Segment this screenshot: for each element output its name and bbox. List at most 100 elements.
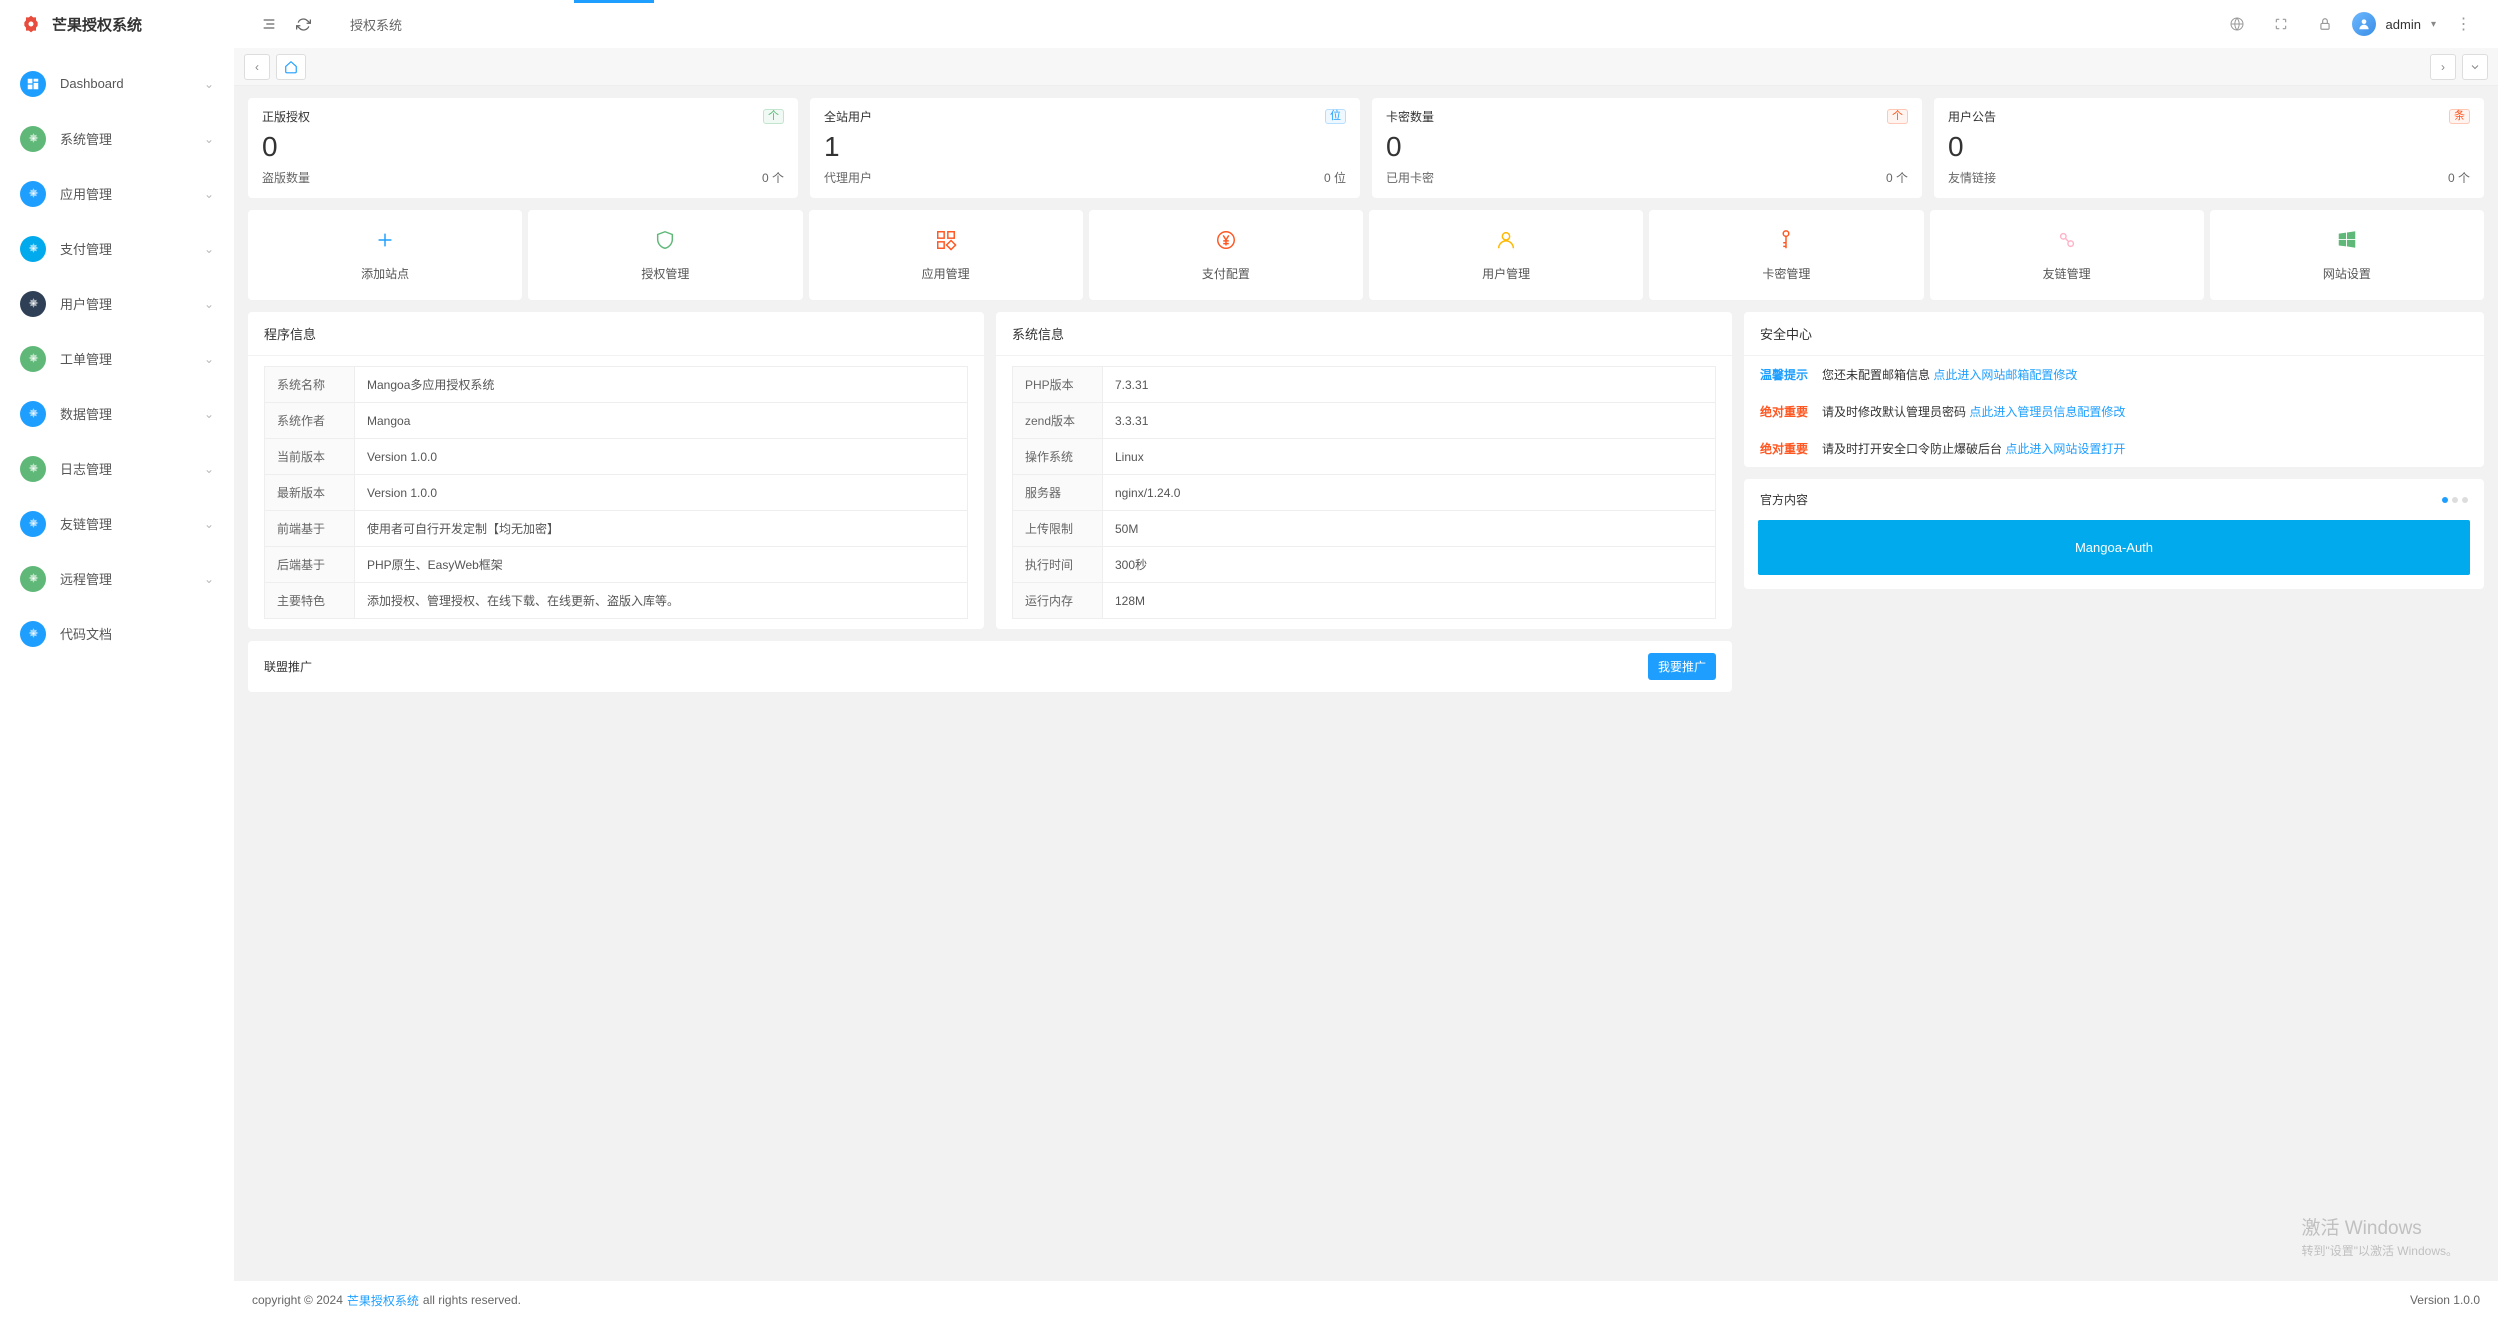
refresh-button[interactable] — [286, 7, 320, 41]
quick-label: 应用管理 — [922, 265, 970, 282]
page-tab-title: 授权系统 — [350, 15, 402, 34]
stat-value: 1 — [824, 131, 1346, 163]
chevron-down-icon: ⌄ — [204, 187, 214, 201]
quick-action-5[interactable]: 卡密管理 — [1649, 210, 1923, 300]
sidebar-item-2[interactable]: 应用管理⌄ — [0, 166, 234, 221]
quick-icon — [1495, 229, 1517, 257]
tab-prev-button[interactable]: ‹ — [244, 54, 270, 80]
stat-value: 0 — [262, 131, 784, 163]
stat-sub: 友情链接 — [1948, 169, 1996, 186]
menu-label: Dashboard — [60, 76, 204, 91]
chevron-down-icon: ⌄ — [204, 517, 214, 531]
sidebar-item-5[interactable]: 工单管理⌄ — [0, 331, 234, 386]
sec-text: 请及时修改默认管理员密码 点此进入管理员信息配置修改 — [1822, 403, 2125, 420]
menu-label: 友链管理 — [60, 514, 204, 533]
card-header: 程序信息 — [248, 312, 984, 356]
brand-icon — [20, 13, 42, 35]
menu-label: 数据管理 — [60, 404, 204, 423]
kv-val: Version 1.0.0 — [355, 439, 968, 475]
kv-val: 添加授权、管理授权、在线下载、在线更新、盗版入库等。 — [355, 583, 968, 619]
kv-key: 后端基于 — [265, 547, 355, 583]
menu-icon — [20, 456, 46, 482]
table-row: 当前版本Version 1.0.0 — [265, 439, 968, 475]
quick-label: 支付配置 — [1202, 265, 1250, 282]
sidebar: 芒果授权系统 Dashboard⌄系统管理⌄应用管理⌄支付管理⌄用户管理⌄工单管… — [0, 0, 234, 1319]
footer-version: Version 1.0.0 — [2410, 1293, 2480, 1307]
kv-val: Mangoa — [355, 403, 968, 439]
table-row: 运行内存128M — [1013, 583, 1716, 619]
menu-icon — [20, 126, 46, 152]
globe-icon[interactable] — [2220, 7, 2254, 41]
lock-icon[interactable] — [2308, 7, 2342, 41]
quick-icon — [1215, 229, 1237, 257]
kv-val: 3.3.31 — [1103, 403, 1716, 439]
sidebar-item-8[interactable]: 友链管理⌄ — [0, 496, 234, 551]
quick-label: 卡密管理 — [1762, 265, 1810, 282]
sidebar-item-1[interactable]: 系统管理⌄ — [0, 111, 234, 166]
kv-val: Version 1.0.0 — [355, 475, 968, 511]
quick-label: 用户管理 — [1482, 265, 1530, 282]
user-dropdown-chev[interactable]: ▾ — [2431, 19, 2436, 30]
fullscreen-icon[interactable] — [2264, 7, 2298, 41]
kv-key: 执行时间 — [1013, 547, 1103, 583]
kv-val: 7.3.31 — [1103, 367, 1716, 403]
menu-icon — [20, 566, 46, 592]
footer: copyright © 2024 芒果授权系统 all rights reser… — [234, 1281, 2498, 1319]
chevron-down-icon: ⌄ — [204, 132, 214, 146]
stat-value: 0 — [1948, 131, 2470, 163]
toggle-sidebar-button[interactable] — [252, 7, 286, 41]
sidebar-item-4[interactable]: 用户管理⌄ — [0, 276, 234, 331]
chevron-down-icon: ⌄ — [204, 462, 214, 476]
table-row: 后端基于PHP原生、EasyWeb框架 — [265, 547, 968, 583]
quick-action-1[interactable]: 授权管理 — [528, 210, 802, 300]
table-row: 主要特色添加授权、管理授权、在线下载、在线更新、盗版入库等。 — [265, 583, 968, 619]
stat-title: 正版授权 — [262, 108, 310, 125]
quick-action-7[interactable]: 网站设置 — [2210, 210, 2484, 300]
tab-indicator — [574, 0, 654, 3]
stat-badge: 个 — [763, 109, 784, 124]
menu-icon — [20, 181, 46, 207]
official-banner[interactable]: Mangoa-Auth — [1758, 520, 2470, 575]
sec-link[interactable]: 点此进入管理员信息配置修改 — [1969, 405, 2125, 419]
stat-title: 卡密数量 — [1386, 108, 1434, 125]
menu-label: 日志管理 — [60, 459, 204, 478]
sidebar-item-0[interactable]: Dashboard⌄ — [0, 56, 234, 111]
avatar[interactable] — [2352, 12, 2376, 36]
sidebar-item-3[interactable]: 支付管理⌄ — [0, 221, 234, 276]
username[interactable]: admin — [2386, 17, 2421, 32]
menu-icon — [20, 346, 46, 372]
menu-label: 用户管理 — [60, 294, 204, 313]
stat-subv: 0 个 — [1886, 169, 1908, 186]
quick-action-0[interactable]: 添加站点 — [248, 210, 522, 300]
stat-sub: 代理用户 — [824, 169, 872, 186]
content: 正版授权个0盗版数量0 个全站用户位1代理用户0 位卡密数量个0已用卡密0 个用… — [234, 86, 2498, 1281]
kv-key: 操作系统 — [1013, 439, 1103, 475]
sec-link[interactable]: 点此进入网站邮箱配置修改 — [1933, 368, 2077, 382]
security-center-card: 安全中心 温馨提示您还未配置邮箱信息 点此进入网站邮箱配置修改绝对重要请及时修改… — [1744, 312, 2484, 467]
sec-tag: 绝对重要 — [1760, 440, 1808, 457]
carousel-dots[interactable] — [2442, 497, 2468, 503]
quick-action-2[interactable]: 应用管理 — [809, 210, 1083, 300]
promo-title: 联盟推广 — [264, 658, 312, 675]
sidebar-item-9[interactable]: 远程管理⌄ — [0, 551, 234, 606]
table-row: 系统名称Mangoa多应用授权系统 — [265, 367, 968, 403]
footer-link[interactable]: 芒果授权系统 — [347, 1292, 419, 1309]
quick-action-4[interactable]: 用户管理 — [1369, 210, 1643, 300]
sidebar-item-6[interactable]: 数据管理⌄ — [0, 386, 234, 441]
more-icon[interactable]: ⋮ — [2446, 7, 2480, 41]
sidebar-item-10[interactable]: 代码文档 — [0, 606, 234, 661]
menu-label: 应用管理 — [60, 184, 204, 203]
tab-home[interactable] — [276, 54, 306, 80]
promo-button[interactable]: 我要推广 — [1648, 653, 1716, 680]
security-row-2: 绝对重要请及时打开安全口令防止爆破后台 点此进入网站设置打开 — [1744, 430, 2484, 467]
sec-link[interactable]: 点此进入网站设置打开 — [2005, 442, 2125, 456]
nav-menu: Dashboard⌄系统管理⌄应用管理⌄支付管理⌄用户管理⌄工单管理⌄数据管理⌄… — [0, 48, 234, 1319]
tab-next-button[interactable]: › — [2430, 54, 2456, 80]
tab-more-button[interactable] — [2462, 54, 2488, 80]
stat-badge: 位 — [1325, 109, 1346, 124]
sidebar-item-7[interactable]: 日志管理⌄ — [0, 441, 234, 496]
security-row-0: 温馨提示您还未配置邮箱信息 点此进入网站邮箱配置修改 — [1744, 356, 2484, 393]
quick-action-3[interactable]: 支付配置 — [1089, 210, 1363, 300]
kv-val: 使用者可自行开发定制【均无加密】 — [355, 511, 968, 547]
quick-action-6[interactable]: 友链管理 — [1930, 210, 2204, 300]
